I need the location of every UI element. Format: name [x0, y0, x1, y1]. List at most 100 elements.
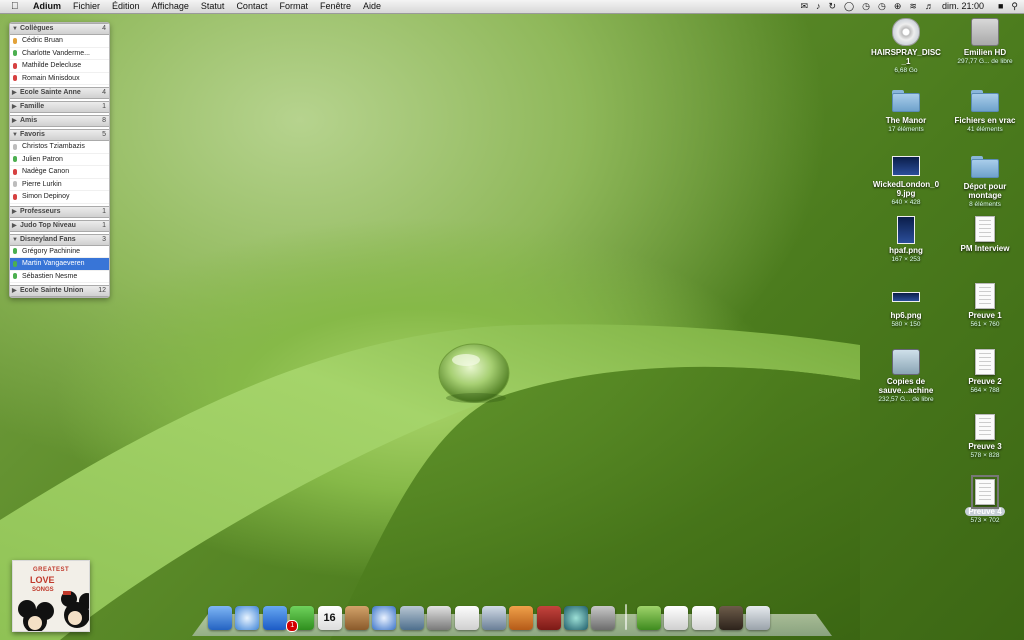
group-count: 12 [98, 287, 106, 294]
user-icon[interactable]: ■ [998, 0, 1003, 13]
desktop-icon[interactable]: Copies de sauve...achine 232,57 G... de l… [867, 349, 945, 404]
desktop-icon[interactable]: HAIRSPRAY_DISC _1 6,68 Go [867, 18, 945, 75]
sync-icon[interactable]: ↻ [829, 0, 837, 13]
contact-group-header[interactable]: ▶ Professeurs 1 [10, 205, 109, 218]
menu-format[interactable]: Format [279, 0, 308, 13]
wifi-icon[interactable]: ≋ [909, 0, 917, 13]
ical-icon[interactable]: 16 [317, 606, 342, 630]
clock-menu-icon[interactable]: ◷ [878, 0, 886, 13]
contact-group-header[interactable]: ▼ Disneyland Fans 3 [10, 233, 109, 246]
documents-stack-icon[interactable] [664, 606, 689, 630]
desktop-icon[interactable]: Preuve 3 578 × 828 [946, 414, 1024, 460]
disclosure-closed-icon[interactable]: ▶ [12, 88, 20, 98]
menu-contact[interactable]: Contact [236, 0, 267, 13]
desktop-icon-info: 640 × 428 [891, 199, 921, 206]
menu-fenetre[interactable]: Fenêtre [320, 0, 351, 13]
desktop-icon[interactable]: Preuve 2 564 × 788 [946, 349, 1024, 395]
time-machine-icon[interactable] [564, 606, 589, 630]
itunes-album-art[interactable]: GREATEST LOVE SONGS [12, 560, 90, 632]
adium-icon[interactable]: 1 [286, 606, 315, 632]
disclosure-open-icon[interactable]: ▼ [12, 24, 20, 34]
mail-icon[interactable]: ✉ [800, 0, 808, 13]
buddy-row[interactable]: Charlotte Vanderme... [10, 48, 109, 60]
contact-group-header[interactable]: ▶ Amis 8 [10, 115, 109, 127]
desktop-icon-info: 41 éléments [967, 126, 1003, 133]
buddy-row[interactable]: Sébastien Nesme [10, 271, 109, 283]
buddy-row[interactable]: Pierre Lurkin [10, 179, 109, 191]
buddy-row[interactable]: Cédric Bruan [10, 35, 109, 48]
contact-group-header[interactable]: ▶ Judo Top Niveau 1 [10, 219, 109, 232]
system-preferences-icon[interactable] [591, 606, 616, 630]
buddy-row[interactable]: Romain Minisdoux [10, 73, 109, 85]
buddy-row[interactable]: Julien Patron [10, 154, 109, 166]
document-icon [975, 283, 995, 309]
buddy-row[interactable]: Grégory Pachinine [10, 246, 109, 258]
trash-icon[interactable] [746, 606, 771, 630]
safari-icon[interactable] [235, 606, 260, 630]
disclosure-open-icon[interactable]: ▼ [12, 235, 20, 245]
doc-line [979, 491, 991, 492]
itunes-icon[interactable] [372, 606, 397, 630]
apple-menu-icon[interactable]:  [11, 0, 23, 13]
doc-line [979, 353, 991, 354]
desktop-icon[interactable]: Dépot pour montage 8 éléments [946, 152, 1024, 209]
disclosure-closed-icon[interactable]: ▶ [12, 102, 20, 112]
disclosure-open-icon[interactable]: ▼ [12, 130, 20, 140]
buddy-row[interactable]: Christos Tziambazis [10, 141, 109, 154]
status-indicator-icon [13, 181, 17, 188]
time-machine-menu-icon[interactable]: ◷ [862, 0, 870, 13]
clock-text[interactable]: dim. 21:00 [942, 0, 984, 13]
disclosure-closed-icon[interactable]: ▶ [12, 207, 20, 217]
address-book-icon[interactable] [344, 606, 369, 630]
textedit-icon[interactable] [454, 606, 479, 630]
keynote-icon[interactable] [509, 606, 534, 630]
buddy-row[interactable]: Simon Depinoy [10, 191, 109, 204]
desktop-icon[interactable]: Fichiers en vrac 41 éléments [946, 86, 1024, 134]
menu-edition[interactable]: Édition [112, 0, 140, 13]
disc-icon [892, 18, 920, 46]
volume-icon[interactable]: ♬ [925, 0, 934, 13]
bluetooth-icon[interactable]: ⊕ [894, 0, 902, 13]
music-icon[interactable]: ♪ [816, 0, 821, 13]
buddy-row[interactable]: Mathilde Delecluse [10, 60, 109, 73]
menu-statut[interactable]: Statut [201, 0, 225, 13]
menu-affichage[interactable]: Affichage [152, 0, 189, 13]
buddy-row[interactable]: Nadège Canon [10, 166, 109, 179]
desktop-icon-name: HAIRSPRAY_DISC _1 [871, 48, 941, 66]
disclosure-closed-icon[interactable]: ▶ [12, 286, 20, 296]
desktop-icon[interactable]: The Manor 17 éléments [867, 86, 945, 134]
imovie-icon[interactable] [427, 606, 452, 630]
contact-group-header[interactable]: ▼ Favoris 5 [10, 129, 109, 141]
chat-status-icon[interactable]: ◯ [844, 0, 854, 13]
script-editor-icon[interactable] [481, 606, 506, 630]
finder-icon[interactable] [208, 606, 232, 630]
contact-group-header[interactable]: ▶ Famille 1 [10, 101, 109, 113]
user-photo-icon[interactable] [719, 606, 744, 630]
buddy-row[interactable]: Martin Vangaeveren [10, 258, 109, 271]
doc-line [979, 434, 991, 435]
ichat-icon[interactable] [262, 606, 287, 630]
dictionary-icon[interactable] [536, 606, 561, 630]
downloads-stack-icon[interactable] [691, 606, 716, 630]
desktop-icon[interactable]: Preuve 1 561 × 760 [946, 283, 1024, 329]
menu-app-name[interactable]: Adium [33, 0, 61, 13]
contact-group-header[interactable]: ▶ Ecole Sainte Anne 4 [10, 87, 109, 99]
iphoto-icon[interactable] [399, 606, 424, 630]
desktop-icon[interactable]: hpaf.png 167 × 253 [867, 216, 945, 264]
spotlight-icon[interactable]: ⚲ [1011, 0, 1018, 13]
buddy-name: Martin Vangaeveren [22, 260, 85, 267]
desktop-icon[interactable]: hp6.png 580 × 150 [867, 283, 945, 329]
desktop-icon[interactable]: Emilien HD 297,77 G... de libre [946, 18, 1024, 66]
disclosure-closed-icon[interactable]: ▶ [12, 116, 20, 126]
contact-group-header[interactable]: ▶ Ecole Sainte Union 12 [10, 285, 109, 297]
group-count: 3 [102, 235, 106, 243]
contact-group-header[interactable]: ▼ Collègues 4 [10, 23, 109, 35]
desktop-icon-name: WickedLondon_0 9.jpg [872, 180, 940, 198]
desktop-icon[interactable]: WickedLondon_0 9.jpg 640 × 428 [867, 152, 945, 207]
menu-aide[interactable]: Aide [363, 0, 381, 13]
disclosure-closed-icon[interactable]: ▶ [12, 221, 20, 231]
menu-fichier[interactable]: Fichier [73, 0, 100, 13]
desktop-icon[interactable]: PM Interview [946, 216, 1024, 253]
desktop-icon[interactable]: Preuve 4 573 × 702 [946, 475, 1024, 525]
applications-folder-icon[interactable] [636, 606, 661, 630]
